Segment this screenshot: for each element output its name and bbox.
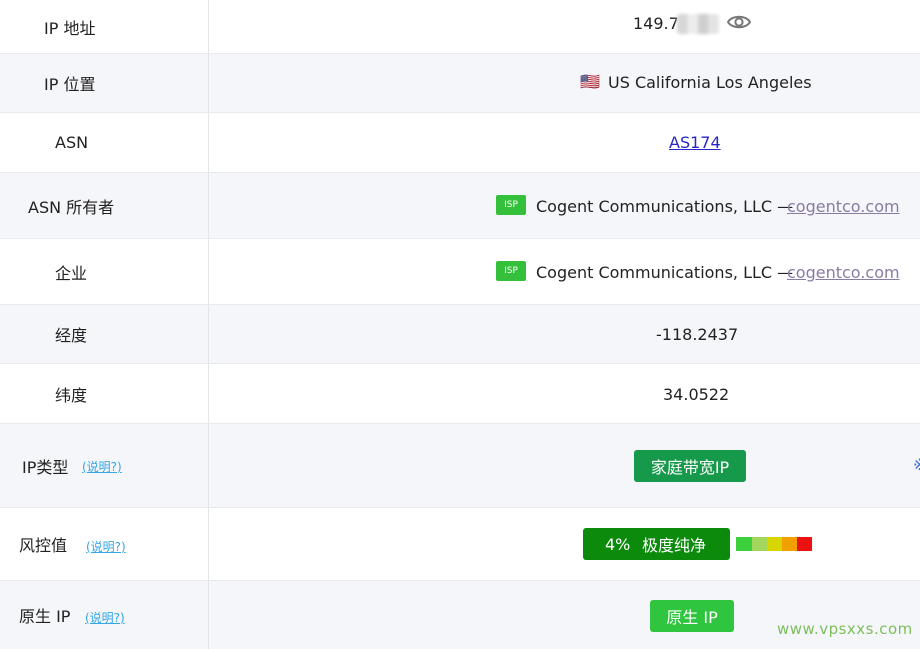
row-ip-type: IP类型 (说明?) 家庭带宽IP ※ [0, 424, 920, 508]
native-ip-label: 原生 IP [19, 607, 71, 626]
ip-location-value: US California Los Angeles [608, 73, 812, 92]
value-cell: 34.0522 [209, 364, 920, 423]
risk-scale-segment [752, 537, 767, 551]
longitude-value: -118.2437 [656, 325, 739, 344]
value-cell: 4% 极度纯净 [209, 508, 920, 580]
isp-badge: ISP [496, 261, 526, 281]
label-cell: 纬度 [0, 364, 209, 423]
risk-scale-segment [797, 537, 812, 551]
watermark: www.vpsxxs.com [777, 620, 913, 638]
label-cell: 原生 IP (说明?) [0, 581, 209, 649]
latitude-label: 纬度 [55, 385, 88, 405]
row-native-ip: 原生 IP (说明?) 原生 IP [0, 581, 920, 649]
ip-type-badge: 家庭带宽IP [634, 450, 746, 482]
risk-percent: 4% [605, 534, 631, 554]
label-cell: 经度 [0, 305, 209, 363]
asn-owner-domain-link[interactable]: cogentco.com [787, 197, 900, 216]
value-cell: 🇺🇸 US California Los Angeles [209, 54, 920, 112]
risk-level: 极度纯净 [642, 536, 707, 555]
label-cell: 企业 [0, 239, 209, 304]
asn-label: ASN [55, 133, 89, 152]
ip-address-label: IP 地址 [44, 18, 96, 38]
eye-icon[interactable] [726, 12, 752, 32]
ip-address-masked [677, 14, 719, 34]
asn-owner-company: Cogent Communications, LLC — [536, 197, 794, 216]
label-cell: IP 地址 [0, 0, 209, 53]
us-flag-icon: 🇺🇸 [580, 72, 600, 91]
ip-type-help-link[interactable]: (说明?) [82, 458, 122, 475]
row-enterprise: 企业 ISP Cogent Communications, LLC — coge… [0, 239, 920, 305]
risk-help-link[interactable]: (说明?) [86, 538, 126, 555]
longitude-label: 经度 [55, 326, 88, 345]
value-cell: ISP Cogent Communications, LLC — cogentc… [209, 239, 920, 304]
latitude-value: 34.0522 [663, 385, 730, 404]
asn-owner-label: ASN 所有者 [28, 197, 115, 217]
value-cell: 家庭带宽IP ※ [209, 424, 920, 507]
isp-badge: ISP [496, 195, 526, 215]
row-ip-location: IP 位置 🇺🇸 US California Los Angeles [0, 54, 920, 113]
value-cell: 149.7. [209, 0, 920, 53]
ip-type-label: IP类型 [22, 457, 69, 477]
ip-info-table: IP 地址 149.7. IP 位置 🇺🇸 US California Los … [0, 0, 920, 649]
label-cell: IP 位置 [0, 54, 209, 112]
enterprise-label: 企业 [55, 263, 88, 283]
value-cell: ISP Cogent Communications, LLC — cogentc… [209, 173, 920, 238]
label-cell: IP类型 (说明?) [0, 424, 209, 507]
row-asn-owner: ASN 所有者 ISP Cogent Communications, LLC —… [0, 173, 920, 239]
asn-link[interactable]: AS174 [669, 133, 721, 152]
value-cell: -118.2437 [209, 305, 920, 363]
native-ip-badge: 原生 IP [650, 600, 734, 632]
row-latitude: 纬度 34.0522 [0, 364, 920, 424]
value-cell: AS174 [209, 113, 920, 172]
risk-badge: 4% 极度纯净 [583, 528, 730, 560]
edge-truncated-text: ※ [913, 455, 920, 474]
risk-scale-segment [782, 537, 797, 551]
risk-scale-segment [736, 537, 752, 551]
label-cell: ASN [0, 113, 209, 172]
value-cell: 原生 IP [209, 581, 920, 649]
row-risk-score: 风控值 (说明?) 4% 极度纯净 [0, 508, 920, 581]
risk-label: 风控值 [19, 536, 68, 555]
enterprise-company: Cogent Communications, LLC — [536, 263, 794, 282]
label-cell: 风控值 (说明?) [0, 508, 209, 580]
ip-location-label: IP 位置 [44, 75, 96, 94]
risk-scale-bar [736, 537, 812, 551]
native-ip-help-link[interactable]: (说明?) [85, 609, 125, 626]
row-ip-address: IP 地址 149.7. [0, 0, 920, 54]
risk-scale-segment [767, 537, 782, 551]
enterprise-domain-link[interactable]: cogentco.com [787, 263, 900, 282]
row-longitude: 经度 -118.2437 [0, 305, 920, 364]
label-cell: ASN 所有者 [0, 173, 209, 238]
row-asn: ASN AS174 [0, 113, 920, 173]
